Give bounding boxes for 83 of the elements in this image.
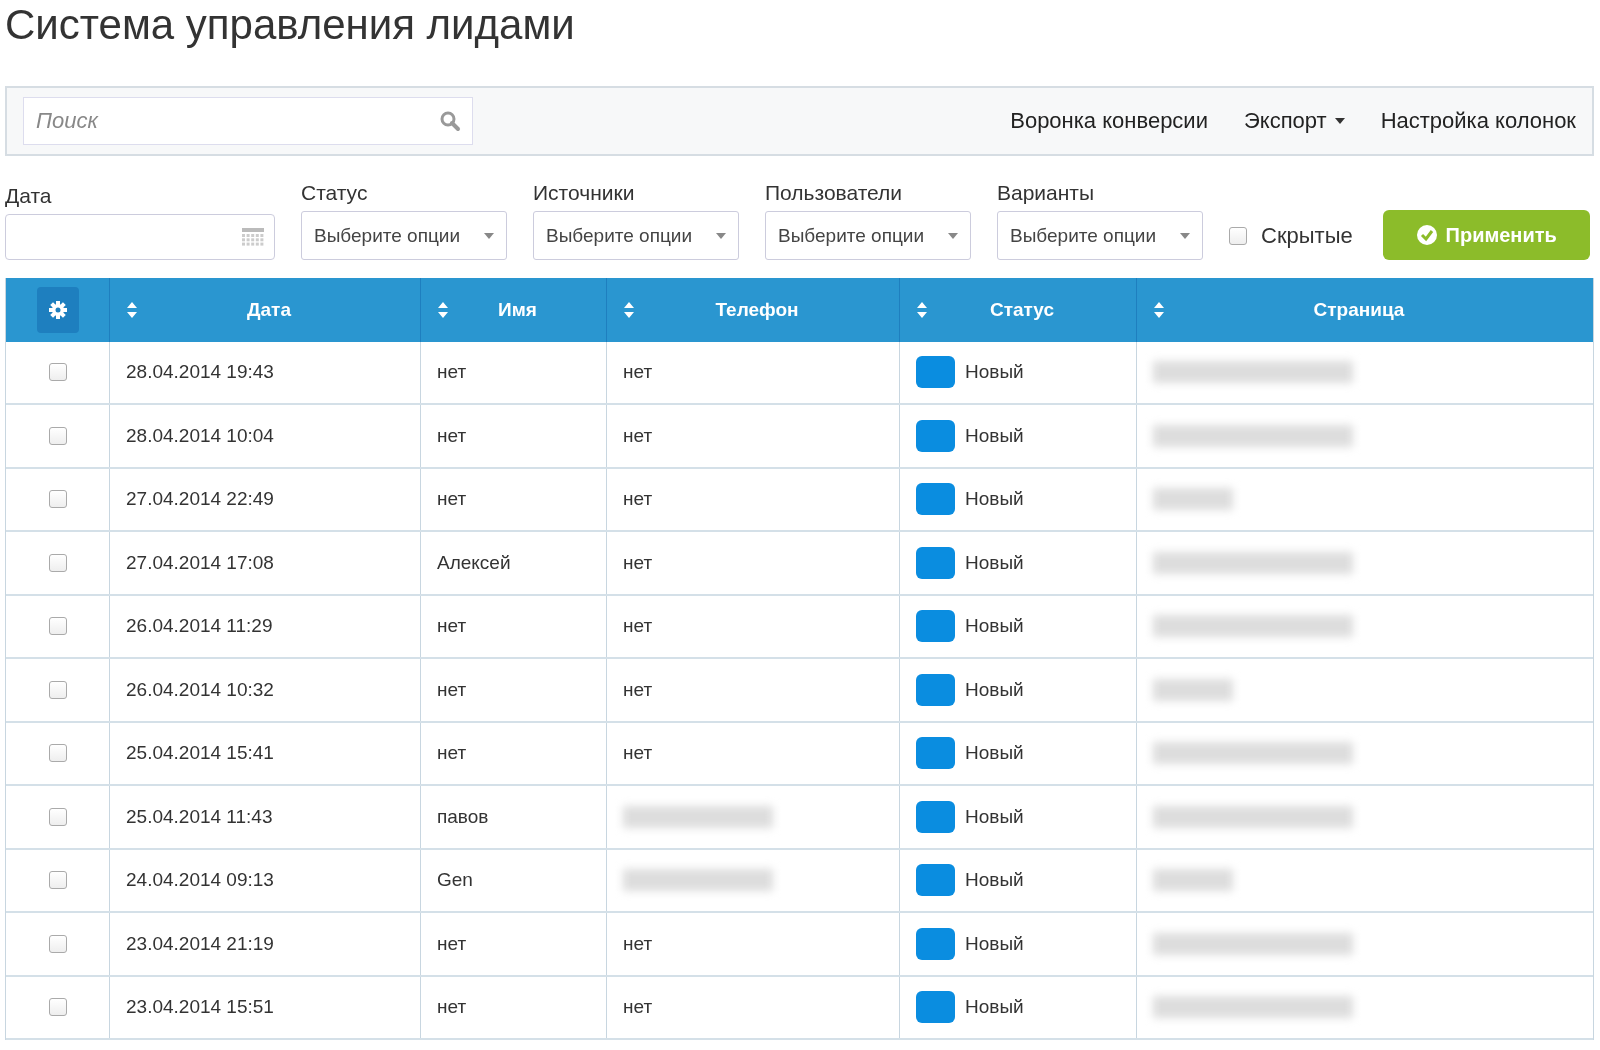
caret-icon <box>484 232 494 239</box>
table-cell: 25.04.2014 15:41 <box>126 742 274 765</box>
row-checkbox[interactable] <box>48 490 67 509</box>
row-checkbox[interactable] <box>48 871 67 890</box>
row-checkbox[interactable] <box>48 744 67 763</box>
table-cell: нет <box>623 742 653 765</box>
check-circle-icon <box>1415 224 1438 246</box>
status-label: Новый <box>965 361 1024 384</box>
table-cell: нет <box>623 424 653 447</box>
checkbox[interactable] <box>1229 226 1247 245</box>
table-cell: павов <box>437 805 489 828</box>
settings-button[interactable] <box>36 286 79 333</box>
table-cell: Алексей <box>437 551 511 574</box>
table-cell: 28.04.2014 19:43 <box>126 361 274 384</box>
checkbox-label: Скрытые <box>1261 222 1353 249</box>
status-label: Новый <box>965 678 1024 701</box>
filter-label: Пользователи <box>765 181 904 205</box>
toolbar-link[interactable]: Экспорт <box>1243 108 1345 134</box>
table-cell: 28.04.2014 10:04 <box>126 424 274 447</box>
table-cell: нет <box>437 678 467 701</box>
caret-icon <box>716 232 726 239</box>
status-label: Новый <box>965 869 1024 892</box>
table-cell: нет <box>623 551 653 574</box>
date-field[interactable] <box>5 214 275 260</box>
select-dropdown[interactable]: Выберите опции <box>765 211 971 260</box>
table-cell: 26.04.2014 11:29 <box>126 615 273 638</box>
table-cell: 25.04.2014 11:43 <box>126 805 273 828</box>
table-cell: нет <box>437 742 467 765</box>
search-field[interactable]: Поиск <box>23 97 473 145</box>
table-cell: нет <box>437 424 467 447</box>
sort-icon[interactable] <box>916 300 928 319</box>
toolbar-link[interactable]: Настройка колонок <box>1380 108 1576 134</box>
status-label: Новый <box>965 488 1024 511</box>
status-label: Новый <box>965 805 1024 828</box>
caret-icon <box>1180 232 1190 239</box>
select-dropdown[interactable]: Выберите опции <box>301 211 507 260</box>
toolbar-link[interactable]: Воронка конверсии <box>1010 108 1208 134</box>
status-label: Новый <box>965 424 1024 447</box>
table-cell: нет <box>623 996 653 1019</box>
table-cell: 24.04.2014 09:13 <box>126 869 274 892</box>
row-checkbox[interactable] <box>48 807 67 826</box>
status-label: Новый <box>965 932 1024 955</box>
table-cell: Gen <box>437 869 473 892</box>
filter-label: Варианты <box>997 181 1096 205</box>
table-cell: нет <box>437 932 467 955</box>
status-label: Новый <box>965 742 1024 765</box>
table-cell: нет <box>623 932 653 955</box>
row-checkbox[interactable] <box>48 934 67 953</box>
table-cell: нет <box>437 996 467 1019</box>
page-title: Система управления лидами <box>5 0 576 50</box>
filter-label: Дата <box>5 184 53 208</box>
table-cell: нет <box>623 488 653 511</box>
filter-label: Статус <box>301 181 369 205</box>
row-checkbox[interactable] <box>48 617 67 636</box>
select-dropdown[interactable]: Выберите опции <box>997 211 1203 260</box>
table-cell: нет <box>623 615 653 638</box>
search-icon <box>439 110 461 132</box>
table-cell: нет <box>437 488 467 511</box>
select-dropdown[interactable]: Выберите опции <box>533 211 739 260</box>
row-checkbox[interactable] <box>48 998 67 1017</box>
status-label: Новый <box>965 615 1024 638</box>
status-label: Новый <box>965 551 1024 574</box>
table-cell: нет <box>623 361 653 384</box>
sort-icon[interactable] <box>1153 300 1165 319</box>
row-checkbox[interactable] <box>48 680 67 699</box>
table-cell: 23.04.2014 15:51 <box>126 996 274 1019</box>
status-label: Новый <box>965 996 1024 1019</box>
table-cell: 27.04.2014 17:08 <box>126 551 274 574</box>
row-checkbox[interactable] <box>48 426 67 445</box>
sort-icon[interactable] <box>623 300 635 319</box>
table-cell: нет <box>623 678 653 701</box>
table-cell: 26.04.2014 10:32 <box>126 678 274 701</box>
sort-icon[interactable] <box>437 300 449 319</box>
table-cell: 23.04.2014 21:19 <box>126 932 274 955</box>
filter-label: Источники <box>533 181 636 205</box>
table-cell: 27.04.2014 22:49 <box>126 488 274 511</box>
sort-icon[interactable] <box>126 300 138 319</box>
row-checkbox[interactable] <box>48 363 67 382</box>
caret-icon <box>948 232 958 239</box>
table-cell: нет <box>437 361 467 384</box>
table-cell: нет <box>437 615 467 638</box>
row-checkbox[interactable] <box>48 553 67 572</box>
calendar-icon <box>242 228 264 246</box>
